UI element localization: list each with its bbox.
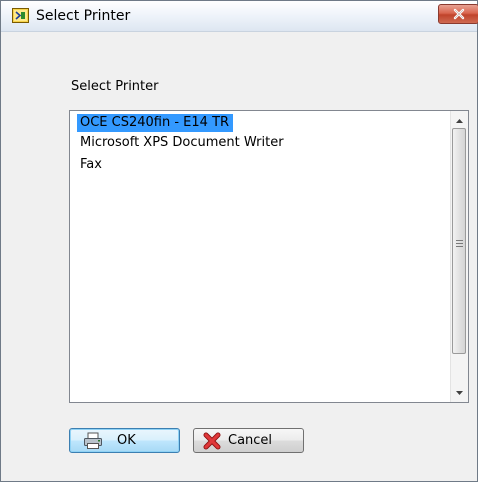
printer-list-items: OCE CS240fin - E14 TR Microsoft XPS Docu… — [70, 111, 450, 402]
scroll-up-button[interactable] — [451, 111, 468, 128]
window-title: Select Printer — [36, 8, 131, 24]
scroll-grip-icon — [456, 237, 463, 247]
printer-item-fax[interactable]: Fax — [77, 156, 106, 174]
title-bar[interactable]: Select Printer — [1, 1, 478, 32]
scroll-down-button[interactable] — [451, 383, 468, 400]
printer-item-oce[interactable]: OCE CS240fin - E14 TR — [77, 114, 234, 132]
cancel-button-label: Cancel — [228, 433, 273, 448]
printer-listbox[interactable]: OCE CS240fin - E14 TR Microsoft XPS Docu… — [69, 110, 469, 403]
vertical-scrollbar[interactable] — [450, 111, 468, 402]
printer-list-label: Select Printer — [71, 79, 159, 94]
labview-app-icon — [12, 8, 29, 23]
printer-item-xps[interactable]: Microsoft XPS Document Writer — [77, 134, 288, 152]
scroll-up-arrow-icon — [456, 112, 463, 127]
cancel-button[interactable]: Cancel — [193, 428, 304, 453]
close-icon — [452, 8, 466, 20]
scroll-thumb[interactable] — [452, 128, 466, 354]
cancel-x-icon — [202, 432, 222, 450]
ok-button[interactable]: OK — [69, 428, 180, 453]
close-button[interactable] — [438, 4, 478, 24]
select-printer-dialog: Select Printer Select Printer OCE CS240f… — [0, 0, 478, 482]
printer-icon — [83, 432, 103, 450]
scroll-down-arrow-icon — [456, 384, 463, 399]
ok-button-label: OK — [117, 433, 136, 448]
